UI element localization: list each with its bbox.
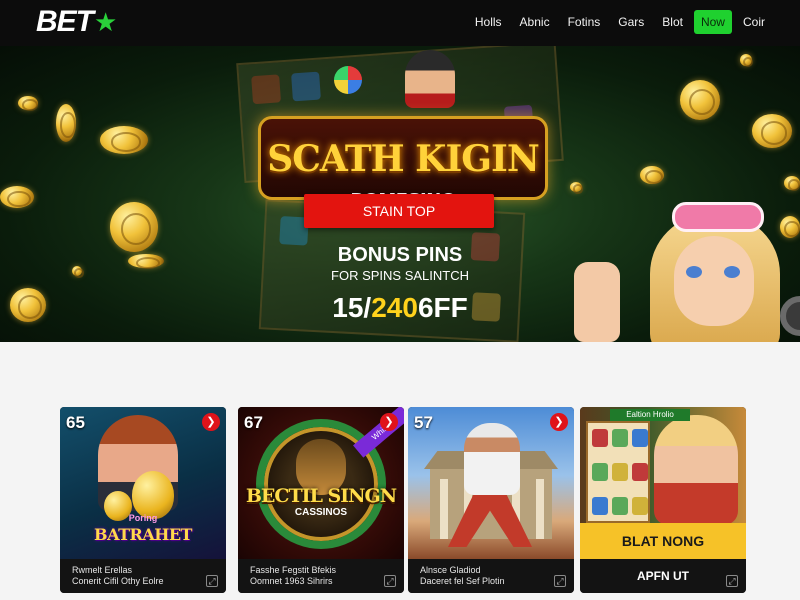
- nav-item-holls[interactable]: Holls: [468, 10, 509, 34]
- nav-item-coir[interactable]: Coir: [736, 10, 772, 34]
- favorite-icon[interactable]: ❯: [380, 413, 398, 431]
- coin-icon: [128, 254, 164, 269]
- thumbnail-tag: Ealtion Hrolio: [610, 409, 690, 421]
- game-name: Fasshe Fegstit Bfekis: [250, 565, 337, 575]
- logo-text: BET: [36, 5, 94, 38]
- nav-item-now[interactable]: Now: [693, 10, 732, 34]
- game-thumbnail: Ealtion Hrolio BLAT NONG: [580, 407, 746, 559]
- game-provider: Oomnet 1963 Sihrirs: [250, 576, 333, 586]
- open-button[interactable]: APFN UT: [637, 569, 689, 583]
- bonus-amount: 15/2406FF: [332, 292, 468, 323]
- thumbnail-title: BATRAHET: [94, 525, 192, 544]
- coin-icon: [784, 176, 800, 191]
- coin-icon: [0, 186, 34, 208]
- sunglasses-icon: [672, 202, 764, 232]
- expand-icon[interactable]: ⤢: [726, 575, 738, 587]
- expand-icon[interactable]: ⤢: [554, 575, 566, 587]
- favorite-icon[interactable]: ❯: [550, 413, 568, 431]
- slot-grid-graphic: [586, 421, 650, 523]
- favorite-icon[interactable]: ❯: [202, 413, 220, 431]
- game-card[interactable]: Ealtion Hrolio BLAT NONG APFN UT ⤢: [580, 407, 746, 593]
- coin-icon: [100, 126, 148, 154]
- expand-icon[interactable]: ⤢: [384, 575, 396, 587]
- coin-icon: [740, 54, 754, 68]
- game-card-row: Poring BATRAHET 65 ❯ Rwmelt Erellas Cone…: [60, 407, 746, 593]
- star-icon: ★: [94, 7, 118, 37]
- character-image: [654, 415, 738, 525]
- game-card[interactable]: 57 ❯ Alnsce Gladiod Daceret fel Sef Plot…: [408, 407, 574, 593]
- coin-icon: [18, 96, 38, 111]
- card-footer: Rwmelt Erellas Conerit Cifil Othy Eolre …: [60, 559, 226, 593]
- top-nav-bar: BET ★ Holls Abnic Fotins Gars Blot Now C…: [0, 0, 800, 46]
- coin-icon: [752, 114, 792, 148]
- card-rank-number: 65: [66, 413, 85, 432]
- game-card[interactable]: BECTIL SINGN CASSINOS Whisnes 67 ❯ Fassh…: [238, 407, 404, 593]
- game-provider: Conerit Cifil Othy Eolre: [72, 576, 164, 586]
- card-rank-number: 57: [414, 413, 433, 432]
- card-footer: APFN UT ⤢: [580, 559, 746, 593]
- coin-icon: [570, 182, 584, 194]
- card-footer: Alnsce Gladiod Daceret fel Sef Plotin ⤢: [408, 559, 574, 593]
- coin-icon: [56, 104, 76, 142]
- beach-ball-icon: [334, 66, 362, 94]
- peace-sign-hand: [574, 262, 620, 342]
- gladiator-figure: [464, 423, 520, 495]
- thumbnail-subtitle: CASSINOS: [294, 507, 348, 518]
- thumbnail-text: Poring: [128, 513, 158, 523]
- nav-item-fotins[interactable]: Fotins: [561, 10, 608, 34]
- golden-egg-icon: [132, 471, 174, 519]
- game-provider: Daceret fel Sef Plotin: [420, 576, 505, 586]
- thumbnail-title: BECTIL SINGN: [245, 485, 397, 507]
- card-footer: Fasshe Fegstit Bfekis Oomnet 1963 Sihrir…: [238, 559, 404, 593]
- logo[interactable]: BET ★: [36, 5, 117, 39]
- bonus-title: BONUS PINS: [337, 244, 463, 266]
- game-name: Rwmelt Erellas: [72, 565, 133, 575]
- hero-banner[interactable]: SCATH KIGIN BOMESINO STAIN TOP BONUS PIN…: [0, 46, 800, 342]
- main-nav: Holls Abnic Fotins Gars Blot Now Coir: [468, 10, 772, 34]
- bonus-subtitle: FOR SPINS SALINTCH: [331, 268, 469, 283]
- card-rank-number: 67: [244, 413, 263, 432]
- coin-icon: [640, 166, 664, 185]
- nav-item-blot[interactable]: Blot: [655, 10, 690, 34]
- character-illustration: [574, 196, 800, 342]
- coin-icon: [10, 288, 46, 322]
- coin-icon: [110, 202, 158, 252]
- game-name: Alnsce Gladiod: [420, 565, 481, 575]
- card-banner: BLAT NONG: [580, 523, 746, 559]
- nav-item-abnic[interactable]: Abnic: [513, 10, 557, 34]
- coin-icon: [680, 80, 720, 120]
- game-card[interactable]: Poring BATRAHET 65 ❯ Rwmelt Erellas Cone…: [60, 407, 226, 593]
- expand-icon[interactable]: ⤢: [206, 575, 218, 587]
- coin-icon: [72, 266, 84, 278]
- game-title: SCATH KIGIN: [267, 138, 540, 180]
- nav-item-gars[interactable]: Gars: [611, 10, 651, 34]
- hero-cta-button[interactable]: STAIN TOP: [304, 194, 494, 228]
